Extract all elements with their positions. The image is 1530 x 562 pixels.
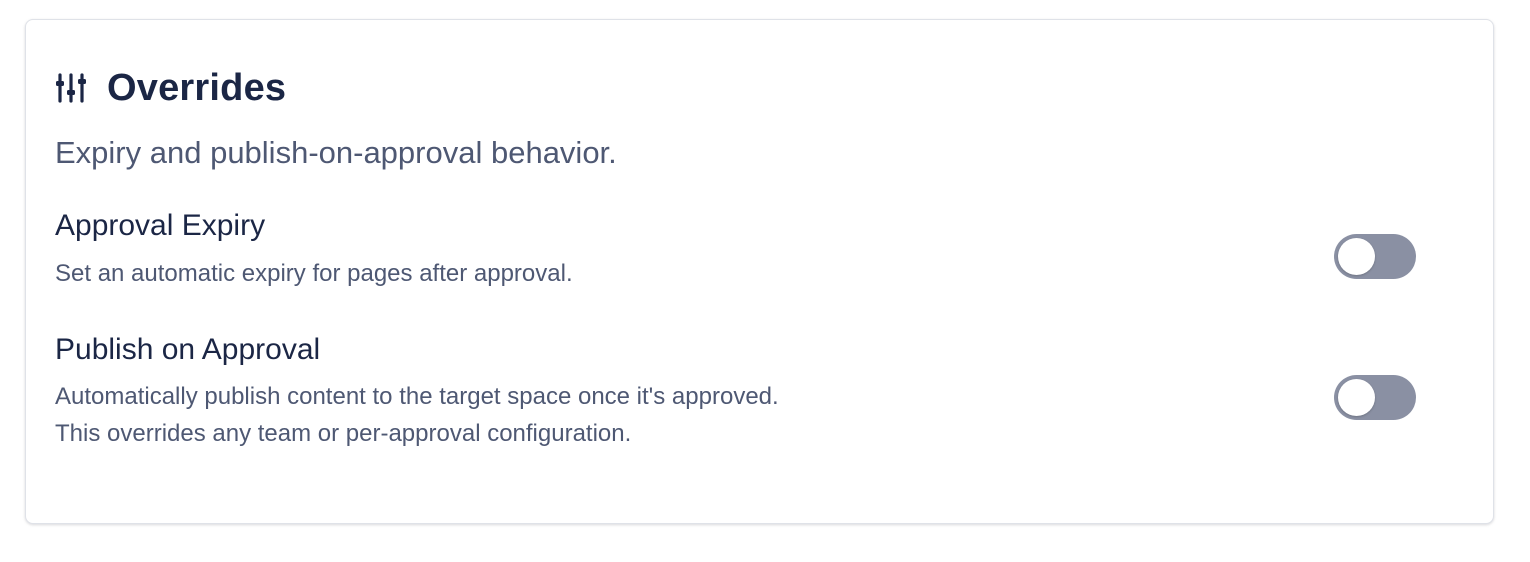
- card-title: Overrides: [107, 66, 287, 109]
- sliders-icon: [55, 72, 87, 104]
- toggle-knob: [1338, 238, 1375, 275]
- toggle-knob: [1338, 379, 1375, 416]
- publish-on-approval-toggle[interactable]: [1334, 375, 1416, 420]
- setting-description: Automatically publish content to the tar…: [55, 378, 1415, 452]
- setting-description: Set an automatic expiry for pages after …: [55, 255, 1415, 292]
- approval-expiry-toggle[interactable]: [1334, 234, 1416, 279]
- setting-publish-on-approval: Publish on Approval Automatically publis…: [55, 332, 1415, 452]
- card-header: Overrides: [55, 66, 286, 110]
- card-subtitle: Expiry and publish-on-approval behavior.: [55, 135, 617, 170]
- setting-label: Publish on Approval: [55, 333, 321, 366]
- setting-approval-expiry: Approval Expiry Set an automatic expiry …: [55, 208, 1415, 292]
- setting-description-line: This overrides any team or per-approval …: [55, 420, 632, 447]
- setting-description-line: Set an automatic expiry for pages after …: [55, 260, 573, 287]
- setting-label: Approval Expiry: [55, 209, 266, 242]
- setting-description-line: Automatically publish content to the tar…: [55, 383, 779, 410]
